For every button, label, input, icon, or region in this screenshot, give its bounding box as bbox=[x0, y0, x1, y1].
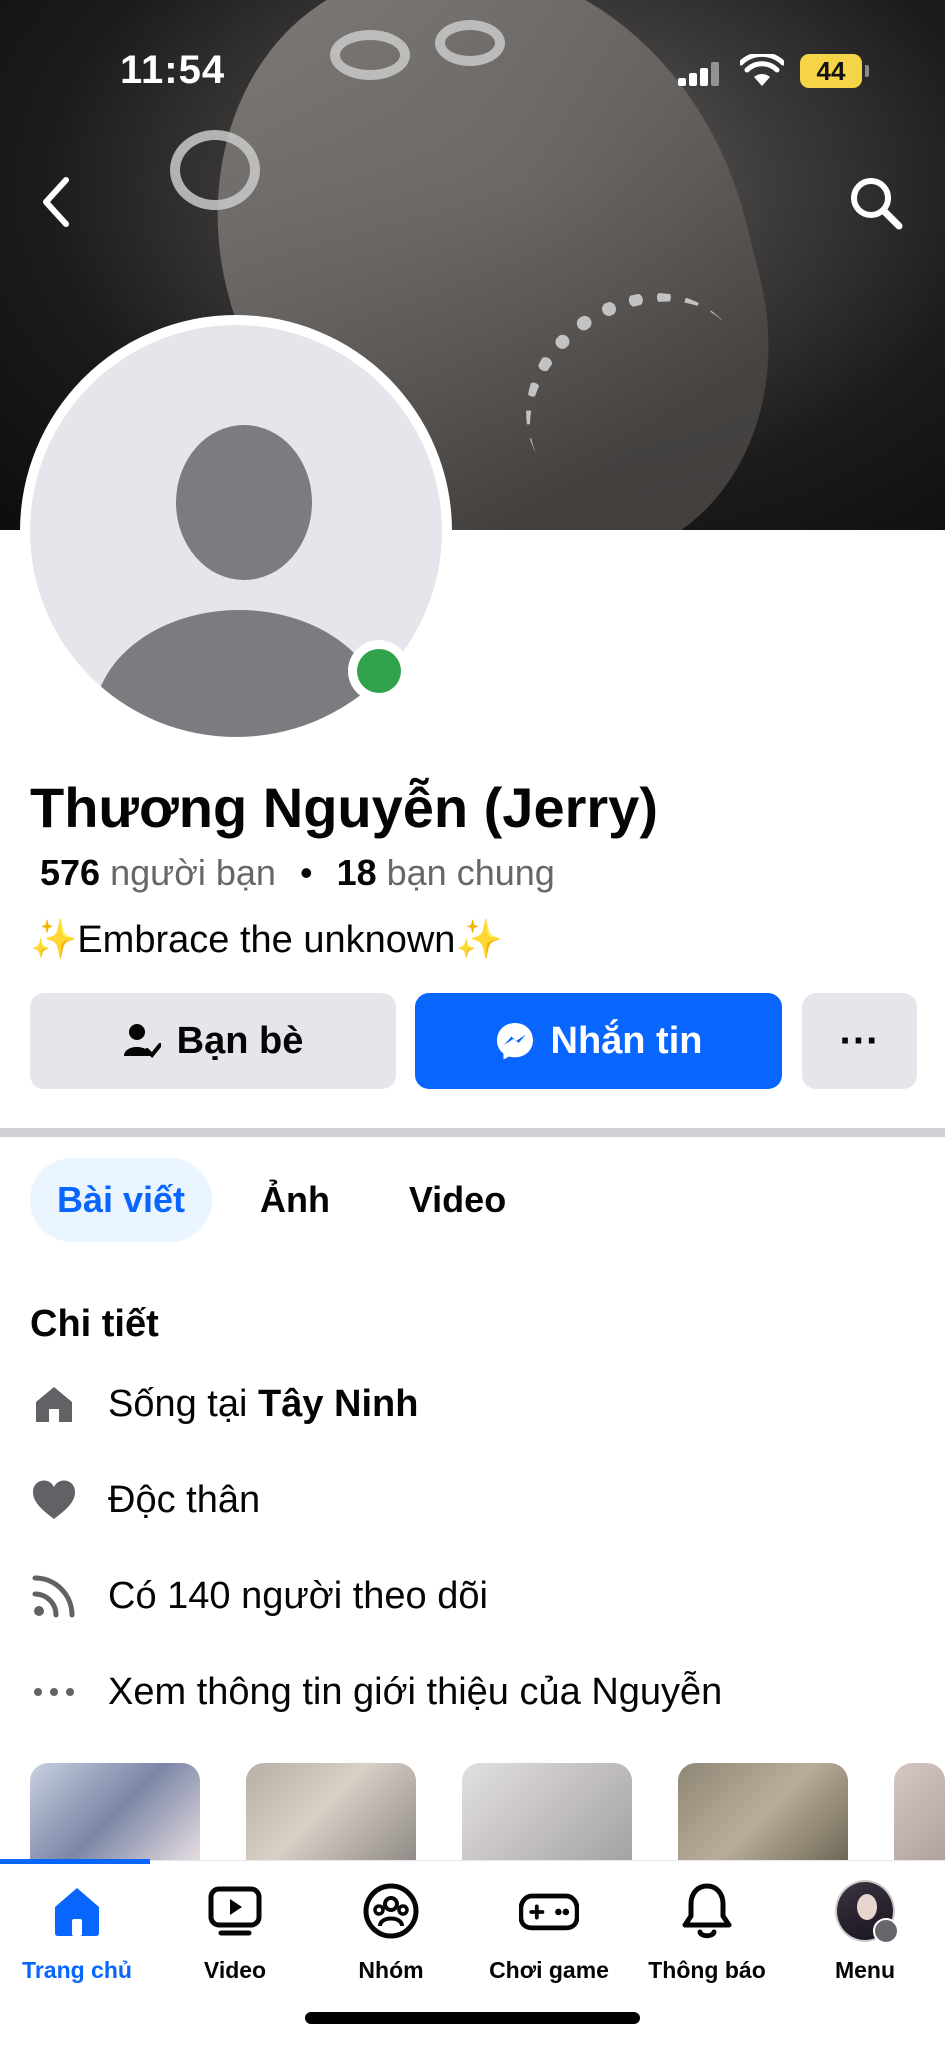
heart-icon bbox=[30, 1476, 78, 1524]
profile-name: Thương Nguyễn (Jerry) bbox=[30, 776, 658, 839]
bell-icon bbox=[677, 1881, 737, 1941]
menu-avatar-icon bbox=[835, 1880, 899, 1944]
message-button-label: Nhắn tin bbox=[550, 1019, 703, 1062]
bio-text: Embrace the unknown bbox=[77, 919, 456, 961]
separator-dot: • bbox=[299, 852, 313, 893]
featured-photo[interactable] bbox=[246, 1763, 416, 1863]
nav-home-label: Trang chủ bbox=[22, 1957, 132, 1983]
sparkle-icon: ✨ bbox=[455, 919, 503, 961]
profile-bio: ✨Embrace the unknown✨ bbox=[30, 918, 503, 962]
groups-icon bbox=[361, 1881, 421, 1941]
more-options-button[interactable]: ··· bbox=[802, 993, 917, 1089]
ellipsis-icon bbox=[30, 1668, 78, 1716]
nav-notifications-label: Thông báo bbox=[648, 1957, 766, 1983]
messenger-icon bbox=[496, 1023, 533, 1060]
featured-photo[interactable] bbox=[894, 1763, 945, 1863]
nav-groups-label: Nhóm bbox=[358, 1957, 424, 1983]
gaming-icon bbox=[519, 1881, 579, 1941]
mutual-count: 18 bbox=[336, 852, 377, 893]
active-tab-indicator bbox=[0, 1859, 150, 1864]
tab-video[interactable]: Video bbox=[395, 1158, 520, 1242]
lives-prefix: Sống tại bbox=[108, 1382, 258, 1425]
tab-posts[interactable]: Bài viết bbox=[30, 1158, 212, 1242]
detail-followers[interactable]: Có 140 người theo dõi bbox=[30, 1568, 910, 1624]
mutual-label: bạn chung bbox=[386, 852, 555, 893]
friends-count: 576 bbox=[40, 852, 101, 893]
nav-groups[interactable]: Nhóm bbox=[316, 1881, 466, 1984]
featured-photo[interactable] bbox=[30, 1763, 200, 1863]
cellular-signal-icon bbox=[678, 62, 719, 86]
battery-indicator: 44 bbox=[800, 54, 869, 88]
friends-summary[interactable]: 576 người bạn • 18 bạn chung bbox=[40, 852, 555, 894]
detail-relationship: Độc thân bbox=[30, 1472, 910, 1528]
nav-video[interactable]: Video bbox=[160, 1881, 310, 1984]
nav-gaming[interactable]: Chơi game bbox=[474, 1881, 624, 1984]
video-icon bbox=[205, 1881, 265, 1941]
friends-button[interactable]: Bạn bè bbox=[30, 993, 396, 1089]
sparkle-icon: ✨ bbox=[30, 919, 78, 961]
relationship-status: Độc thân bbox=[108, 1478, 261, 1521]
tab-photos[interactable]: Ảnh bbox=[245, 1158, 345, 1242]
wifi-icon bbox=[740, 54, 784, 86]
section-divider bbox=[0, 1128, 945, 1137]
nav-menu[interactable]: Menu bbox=[790, 1880, 940, 1984]
nav-menu-label: Menu bbox=[834, 1957, 896, 1983]
online-status-dot bbox=[348, 640, 410, 702]
details-heading: Chi tiết bbox=[30, 1303, 159, 1345]
status-bar: 11:54 44 bbox=[0, 40, 945, 100]
back-chevron-icon[interactable] bbox=[32, 170, 82, 234]
featured-photo[interactable] bbox=[462, 1763, 632, 1863]
detail-lives-in: Sống tại Tây Ninh bbox=[30, 1376, 910, 1432]
followers-feed-icon bbox=[30, 1572, 78, 1620]
followers-count: Có 140 người theo dõi bbox=[108, 1574, 488, 1617]
nav-video-label: Video bbox=[203, 1957, 267, 1983]
search-icon[interactable] bbox=[845, 172, 907, 234]
status-time: 11:54 bbox=[120, 48, 226, 92]
friend-check-icon bbox=[123, 1024, 161, 1058]
detail-see-about[interactable]: Xem thông tin giới thiệu của Nguyễn bbox=[30, 1664, 910, 1720]
nav-notifications[interactable]: Thông báo bbox=[632, 1881, 782, 1984]
home-icon bbox=[47, 1881, 107, 1941]
see-about-link: Xem thông tin giới thiệu của Nguyễn bbox=[108, 1670, 723, 1713]
home-indicator bbox=[305, 2012, 640, 2024]
cover-ring-shape bbox=[170, 130, 260, 210]
lives-place[interactable]: Tây Ninh bbox=[258, 1383, 418, 1425]
friends-button-label: Bạn bè bbox=[176, 1019, 304, 1062]
nav-gaming-label: Chơi game bbox=[489, 1957, 609, 1983]
nav-home[interactable]: Trang chủ bbox=[2, 1881, 152, 1984]
home-icon bbox=[30, 1380, 78, 1428]
more-options-icon: ··· bbox=[839, 1018, 880, 1063]
featured-photo[interactable] bbox=[678, 1763, 848, 1863]
friends-label: người bạn bbox=[110, 852, 276, 893]
message-button[interactable]: Nhắn tin bbox=[415, 993, 782, 1089]
